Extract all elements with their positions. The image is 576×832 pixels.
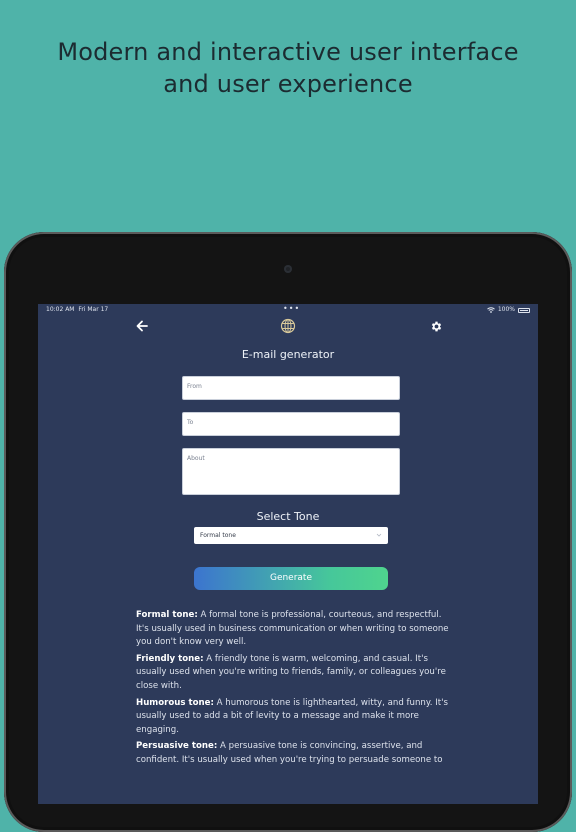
battery-icon [518, 307, 530, 313]
to-field[interactable]: To [182, 412, 400, 436]
about-field[interactable]: About [182, 448, 400, 495]
headline-line-1: Modern and interactive user interface [57, 38, 519, 66]
wifi-icon [486, 307, 495, 313]
status-date-text: Fri Mar 17 [78, 306, 109, 313]
front-camera [284, 265, 292, 273]
tone-description-title: Friendly tone: [136, 653, 204, 664]
to-placeholder: To [187, 419, 194, 426]
select-tone-label: Select Tone [256, 510, 320, 523]
tone-description: Formal tone: A formal tone is profession… [136, 609, 456, 650]
tone-description: Friendly tone: A friendly tone is warm, … [136, 653, 456, 694]
multitasking-dots[interactable]: ••• [283, 304, 300, 315]
app-screen: 10:02 AM Fri Mar 17 ••• 100% E-mail gene… [38, 304, 538, 804]
gear-icon [431, 321, 441, 331]
chevron-down-icon [376, 533, 382, 537]
tone-description: Humorous tone: A humorous tone is lighth… [136, 697, 456, 738]
status-right: 100% [486, 304, 530, 316]
back-button[interactable] [132, 316, 152, 336]
tone-description: Persuasive tone: A persuasive tone is co… [136, 740, 456, 767]
status-time-text: 10:02 AM [46, 306, 75, 313]
tone-selected-value: Formal tone [200, 532, 236, 539]
from-placeholder: From [187, 383, 202, 390]
language-button[interactable] [278, 316, 298, 336]
page-title: E-mail generator [241, 348, 335, 361]
status-bar: 10:02 AM Fri Mar 17 ••• 100% [38, 304, 538, 316]
tone-descriptions: Formal tone: A formal tone is profession… [136, 609, 456, 771]
status-time: 10:02 AM Fri Mar 17 [46, 304, 108, 316]
from-field[interactable]: From [182, 376, 400, 400]
about-placeholder: About [187, 455, 205, 462]
headline-line-2: and user experience [163, 70, 413, 98]
tone-description-title: Persuasive tone: [136, 741, 218, 752]
tone-description-title: Humorous tone: [136, 697, 214, 708]
settings-button[interactable] [426, 316, 446, 336]
globe-icon [280, 318, 296, 334]
tone-dropdown[interactable]: Formal tone [194, 527, 388, 544]
generate-button[interactable]: Generate [194, 567, 388, 590]
battery-percent: 100% [497, 306, 515, 313]
marketing-headline: Modern and interactive user interface an… [0, 36, 576, 100]
arrow-left-icon [136, 320, 148, 332]
tone-description-title: Formal tone: [136, 610, 198, 620]
tablet-frame: 10:02 AM Fri Mar 17 ••• 100% E-mail gene… [4, 232, 572, 832]
